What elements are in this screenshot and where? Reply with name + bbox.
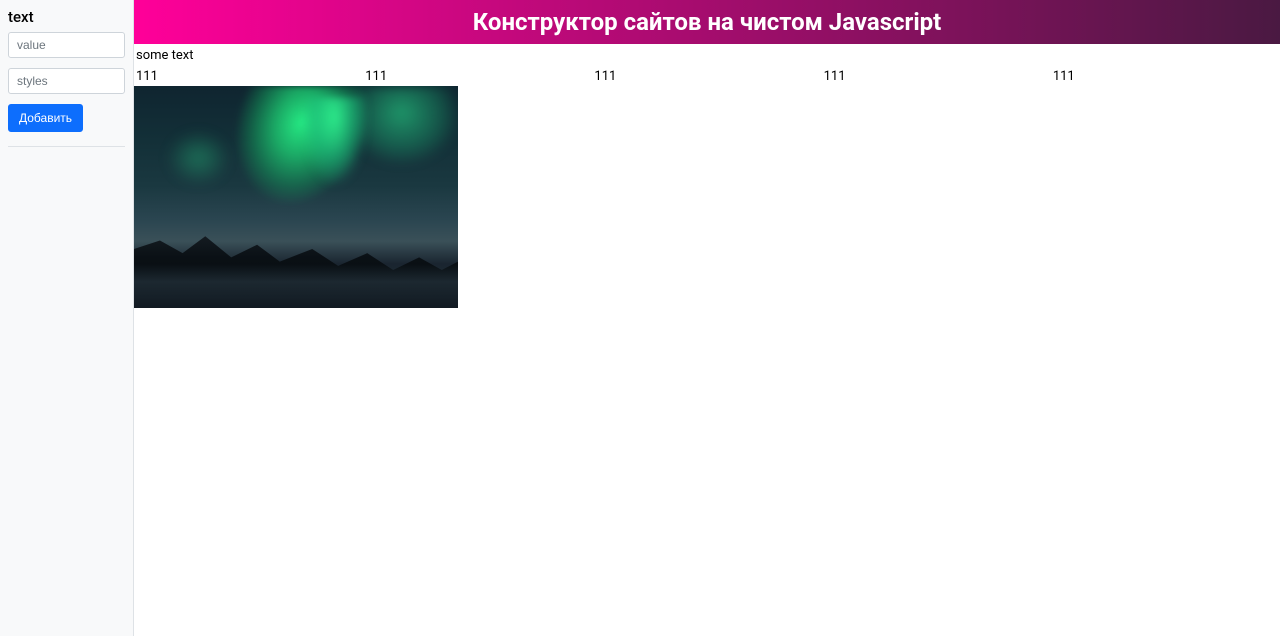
column-item: 111 <box>592 67 821 86</box>
divider <box>8 146 125 147</box>
styles-input[interactable] <box>8 68 125 94</box>
main-content: Конструктор сайтов на чистом Javascript … <box>134 0 1280 636</box>
add-button[interactable]: Добавить <box>8 104 83 132</box>
column-item: 111 <box>1051 67 1280 86</box>
column-item: 111 <box>134 67 363 86</box>
form-title: text <box>8 8 125 26</box>
text-block: some text <box>134 44 1280 67</box>
page-title: Конструктор сайтов на чистом Javascript <box>134 8 1280 36</box>
sidebar: text Добавить <box>0 0 134 636</box>
value-input[interactable] <box>8 32 125 58</box>
snow-foreground <box>134 264 458 308</box>
column-item: 111 <box>822 67 1051 86</box>
columns-block: 111 111 111 111 111 <box>134 67 1280 86</box>
image-block <box>134 86 458 308</box>
aurora-glow <box>296 97 393 197</box>
column-item: 111 <box>363 67 592 86</box>
title-block: Конструктор сайтов на чистом Javascript <box>134 0 1280 44</box>
